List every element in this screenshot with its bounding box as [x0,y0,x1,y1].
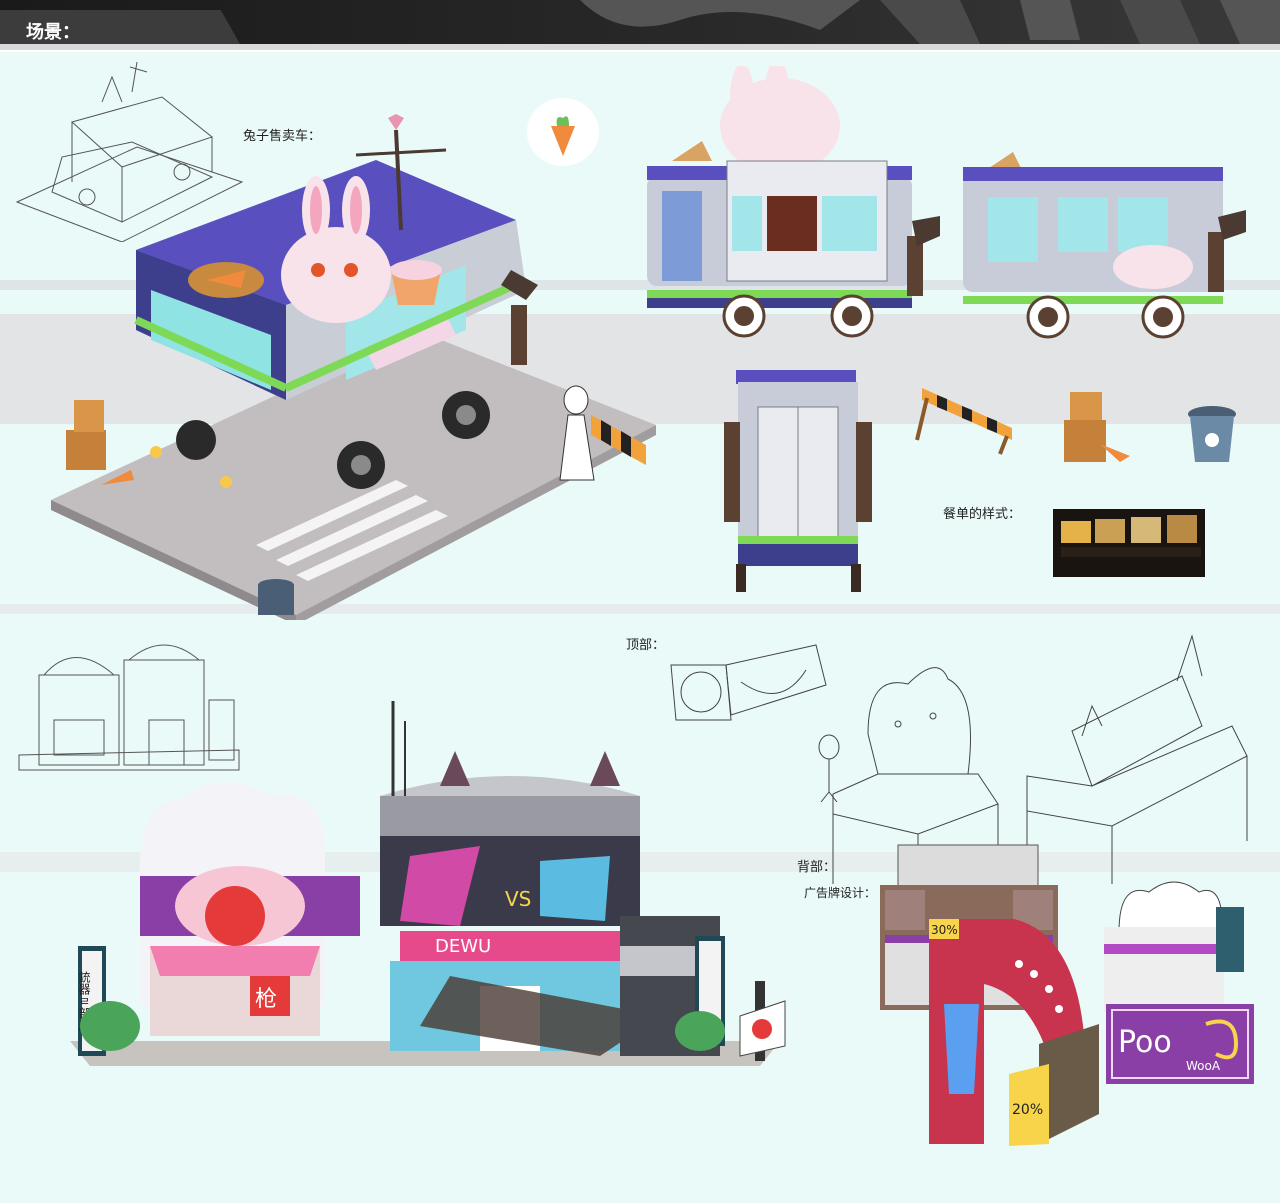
billboard-gun-sign: 30% 20% [929,919,1099,1146]
person-silhouette [818,734,840,802]
building-illustration: 枪 銃器ㄹ部屋 VS DEWU [70,701,786,1066]
dewu-sign: DEWU [435,936,491,957]
truck-side-view [647,66,940,338]
billboard-30-text: 30% [931,923,958,937]
menu-photo [1053,509,1205,577]
gun-char-sign: 枪 [255,987,277,1012]
truck-back-view [724,370,872,592]
billboard-pooa-sign: Poo WooA [1106,1004,1254,1084]
page-title: 场景： [26,22,80,43]
menu-label: 餐单的样式： [943,507,1022,522]
cardboard-boxes [1064,392,1130,462]
billboard-pooa-text: Poo [1118,1025,1172,1060]
food-truck-illustration [51,114,656,620]
billboard-20-text: 20% [1012,1102,1043,1118]
back-view-label: 背部： [797,860,837,875]
header-underline [0,44,1280,50]
building-back-color-2 [1104,881,1244,1012]
trash-can [1188,406,1236,462]
billboard-wooa-text: WooA [1186,1059,1221,1073]
barrier-prop [915,388,1012,455]
header: 场景： [0,0,1280,52]
vs-sign: VS [505,887,531,911]
header-decoration [580,0,1280,44]
artboard: 兔子售卖车： 餐单的样式： 顶部： 背部： 广告牌设计： 30% 20% Poo… [0,52,1280,1203]
billboard-label: 广告牌设计： [804,886,877,900]
truck-side-view-right [963,152,1246,339]
